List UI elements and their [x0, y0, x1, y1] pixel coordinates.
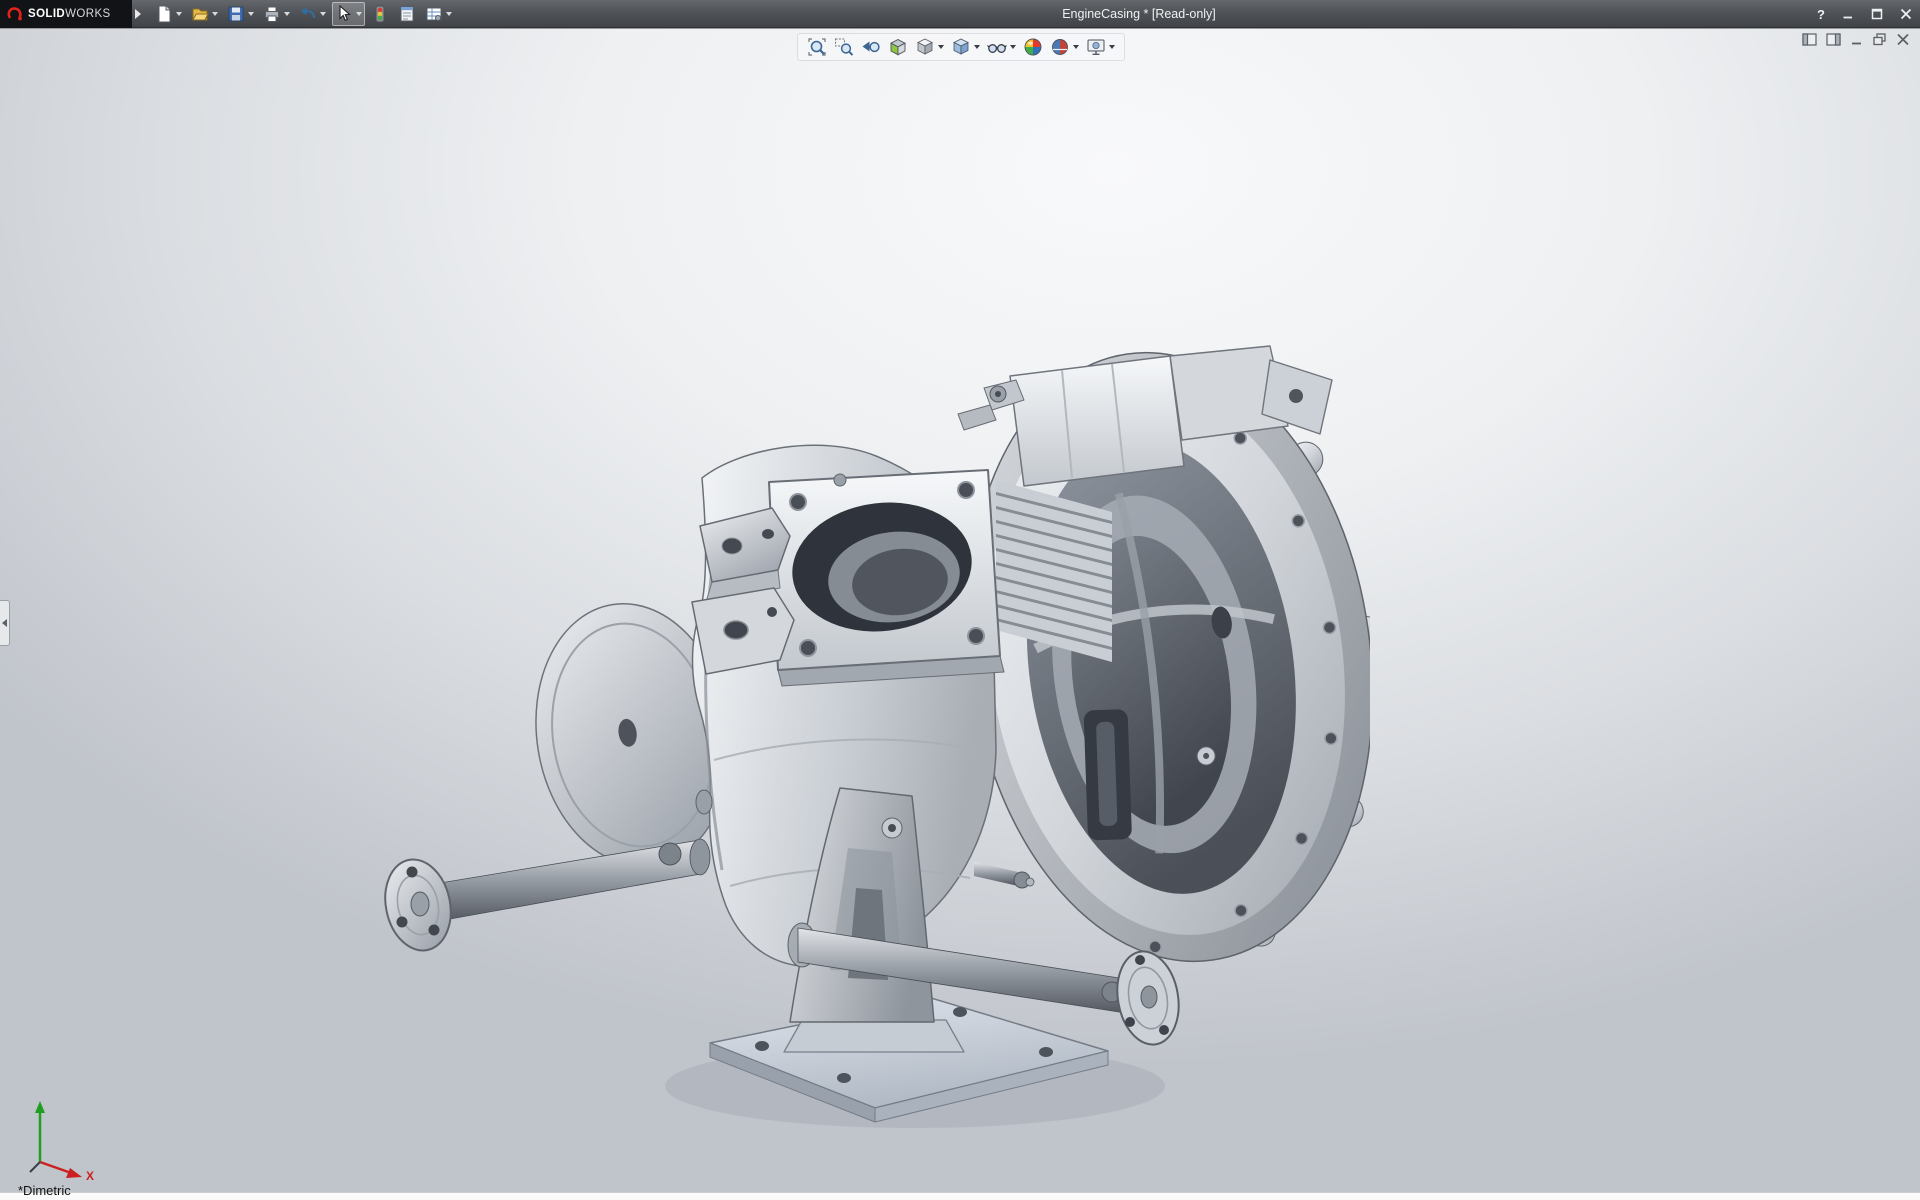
solidworks-logo[interactable]: SOLIDWORKS: [0, 0, 132, 28]
maximize-button[interactable]: [1871, 8, 1883, 20]
hide-show-dropdown-arrow[interactable]: [1010, 45, 1016, 49]
solidworks-logo-mark: [6, 6, 24, 22]
view-settings-dropdown-arrow[interactable]: [1109, 45, 1115, 49]
minimize-button[interactable]: [1842, 8, 1854, 20]
previous-view-icon: [861, 37, 881, 57]
edit-appearance-button[interactable]: [1022, 36, 1044, 58]
window-controls: ?: [1817, 0, 1912, 28]
engine-casing-model[interactable]: [370, 330, 1370, 1150]
help-button[interactable]: ?: [1817, 7, 1825, 22]
apply-scene-button[interactable]: [1049, 36, 1080, 58]
select-button[interactable]: [332, 2, 365, 26]
hide-show-glasses-icon: [987, 37, 1007, 57]
display-style-dropdown-arrow[interactable]: [974, 45, 980, 49]
undo-button[interactable]: [296, 2, 329, 26]
open-document-button[interactable]: [188, 2, 221, 26]
quick-access-toolbar: [152, 0, 455, 28]
chevron-left-icon: [2, 619, 7, 627]
view-orientation-cube-icon: [915, 37, 935, 57]
z-axis: [30, 1162, 40, 1172]
intake-flange: [769, 470, 1004, 686]
reference-triad: X: [22, 1098, 112, 1184]
document-minimize-button[interactable]: [1850, 33, 1864, 46]
apply-scene-icon: [1050, 37, 1070, 57]
open-document-dropdown-arrow[interactable]: [212, 12, 218, 16]
undo-dropdown-arrow[interactable]: [320, 12, 326, 16]
document-close-button[interactable]: [1896, 33, 1910, 46]
options-button[interactable]: [422, 2, 455, 26]
save-button[interactable]: [224, 2, 257, 26]
zoom-to-area-icon: [834, 37, 854, 57]
display-style-cube-icon: [951, 37, 971, 57]
file-properties-button[interactable]: [395, 2, 419, 26]
section-view-icon: [888, 37, 908, 57]
view-settings-button[interactable]: [1085, 36, 1116, 58]
file-properties-icon: [398, 5, 416, 23]
brand-text: SOLIDWORKS: [28, 8, 111, 20]
select-cursor-icon: [335, 5, 353, 23]
print-icon: [263, 5, 281, 23]
zoom-to-fit-button[interactable]: [806, 36, 828, 58]
left-support-rod: [377, 839, 710, 957]
apply-scene-dropdown-arrow[interactable]: [1073, 45, 1079, 49]
menu-expand-arrow[interactable]: [135, 9, 141, 19]
undo-icon: [299, 5, 317, 23]
options-dropdown-arrow[interactable]: [446, 12, 452, 16]
rebuild-button[interactable]: [368, 2, 392, 26]
brand-bold: SOLID: [28, 8, 65, 20]
save-dropdown-arrow[interactable]: [248, 12, 254, 16]
status-bar: [0, 1192, 1920, 1200]
zoom-to-area-button[interactable]: [833, 36, 855, 58]
new-document-button[interactable]: [152, 2, 185, 26]
new-document-dropdown-arrow[interactable]: [176, 12, 182, 16]
print-button[interactable]: [260, 2, 293, 26]
options-sheet-icon: [425, 5, 443, 23]
document-restore-button[interactable]: [1873, 33, 1887, 46]
display-style-button[interactable]: [950, 36, 981, 58]
previous-view-button[interactable]: [860, 36, 882, 58]
headsup-view-toolbar: [797, 33, 1125, 61]
pivot-pin: [974, 862, 1034, 888]
print-dropdown-arrow[interactable]: [284, 12, 290, 16]
select-dropdown-arrow[interactable]: [356, 12, 362, 16]
view-settings-icon: [1086, 37, 1106, 57]
section-view-button[interactable]: [887, 36, 909, 58]
edit-appearance-ball-icon: [1023, 37, 1043, 57]
brand-light: WORKS: [65, 8, 110, 20]
document-window-controls: [1802, 33, 1910, 46]
split-pane-right-icon[interactable]: [1826, 33, 1841, 46]
zoom-to-fit-icon: [807, 37, 827, 57]
featuremanager-collapsed-tab[interactable]: [0, 600, 10, 646]
view-orientation-dropdown-arrow[interactable]: [938, 45, 944, 49]
split-pane-left-icon[interactable]: [1802, 33, 1817, 46]
view-orientation-label: *Dimetric: [18, 1183, 71, 1198]
rebuild-stoplight-icon: [371, 5, 389, 23]
hide-show-items-button[interactable]: [986, 36, 1017, 58]
x-axis-label: X: [86, 1169, 94, 1183]
document-title: EngineCasing * [Read-only]: [1062, 7, 1216, 21]
titlebar: SOLIDWORKS: [0, 0, 1920, 28]
open-document-icon: [191, 5, 209, 23]
solidworks-window: { "app": { "brand_bold": "SOLID", "brand…: [0, 0, 1920, 1200]
view-orientation-button[interactable]: [914, 36, 945, 58]
close-button[interactable]: [1900, 8, 1912, 20]
save-icon: [227, 5, 245, 23]
new-document-icon: [155, 5, 173, 23]
